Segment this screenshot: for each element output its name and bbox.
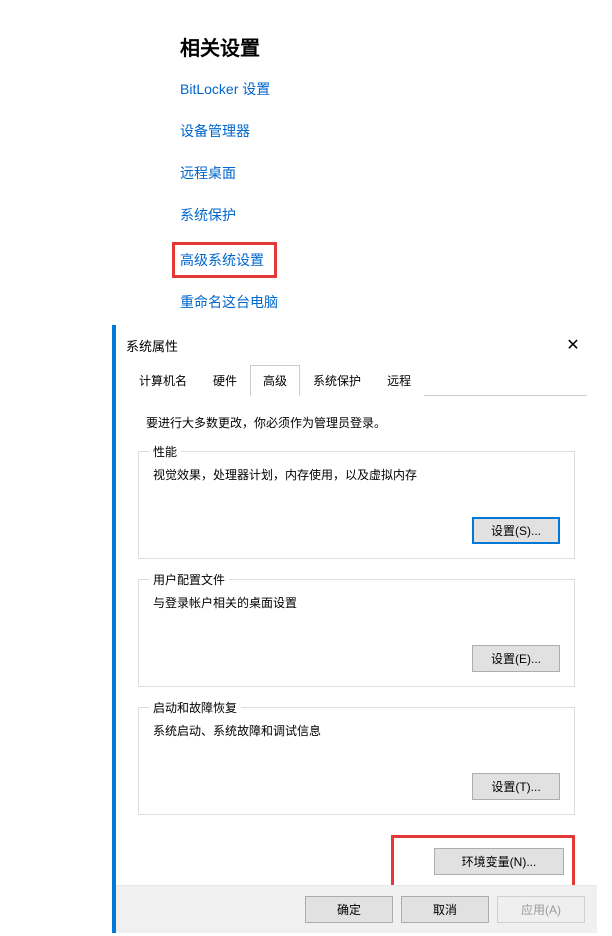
profiles-group: 用户配置文件 与登录帐户相关的桌面设置 设置(E)... [138,579,575,687]
startup-label: 启动和故障恢复 [149,699,241,716]
profiles-label: 用户配置文件 [149,571,229,588]
close-icon[interactable]: ✕ [563,335,583,355]
dialog-header: 系统属性 ✕ [116,325,597,365]
tab-bar: 计算机名 硬件 高级 系统保护 远程 [126,365,587,396]
performance-group: 性能 视觉效果，处理器计划，内存使用，以及虚拟内存 设置(S)... [138,451,575,559]
tab-advanced[interactable]: 高级 [250,365,300,396]
dialog-body: 要进行大多数更改，你必须作为管理员登录。 性能 视觉效果，处理器计划，内存使用，… [116,396,597,906]
environment-variables-button[interactable]: 环境变量(N)... [434,848,564,875]
ok-button[interactable]: 确定 [305,896,393,923]
link-device-manager[interactable]: 设备管理器 [180,121,250,141]
tab-remote[interactable]: 远程 [374,365,424,396]
related-settings-panel: 相关设置 BitLocker 设置 设备管理器 远程桌面 系统保护 高级系统设置… [180,32,278,334]
startup-desc: 系统启动、系统故障和调试信息 [153,722,560,739]
admin-note: 要进行大多数更改，你必须作为管理员登录。 [146,414,575,431]
performance-settings-button[interactable]: 设置(S)... [472,517,560,544]
highlight-env-variables: 环境变量(N)... [391,835,575,888]
tab-computer-name[interactable]: 计算机名 [126,365,200,396]
env-row: 环境变量(N)... [138,835,575,888]
apply-button[interactable]: 应用(A) [497,896,585,923]
profiles-settings-button[interactable]: 设置(E)... [472,645,560,672]
system-properties-dialog: 系统属性 ✕ 计算机名 硬件 高级 系统保护 远程 要进行大多数更改，你必须作为… [112,325,597,933]
tab-system-protection[interactable]: 系统保护 [300,365,374,396]
link-bitlocker[interactable]: BitLocker 设置 [180,79,270,99]
cancel-button[interactable]: 取消 [401,896,489,923]
tab-hardware[interactable]: 硬件 [200,365,250,396]
highlight-advanced-system: 高级系统设置 [172,242,277,278]
link-system-protection[interactable]: 系统保护 [180,205,236,225]
link-rename-pc[interactable]: 重命名这台电脑 [180,292,278,312]
profiles-desc: 与登录帐户相关的桌面设置 [153,594,560,611]
related-settings-title: 相关设置 [180,32,278,61]
performance-desc: 视觉效果，处理器计划，内存使用，以及虚拟内存 [153,466,560,483]
dialog-footer: 确定 取消 应用(A) [116,885,597,933]
link-advanced-system[interactable]: 高级系统设置 [180,250,264,270]
dialog-title: 系统属性 [126,336,178,355]
startup-group: 启动和故障恢复 系统启动、系统故障和调试信息 设置(T)... [138,707,575,815]
startup-settings-button[interactable]: 设置(T)... [472,773,560,800]
link-remote-desktop[interactable]: 远程桌面 [180,163,236,183]
performance-label: 性能 [149,443,181,460]
